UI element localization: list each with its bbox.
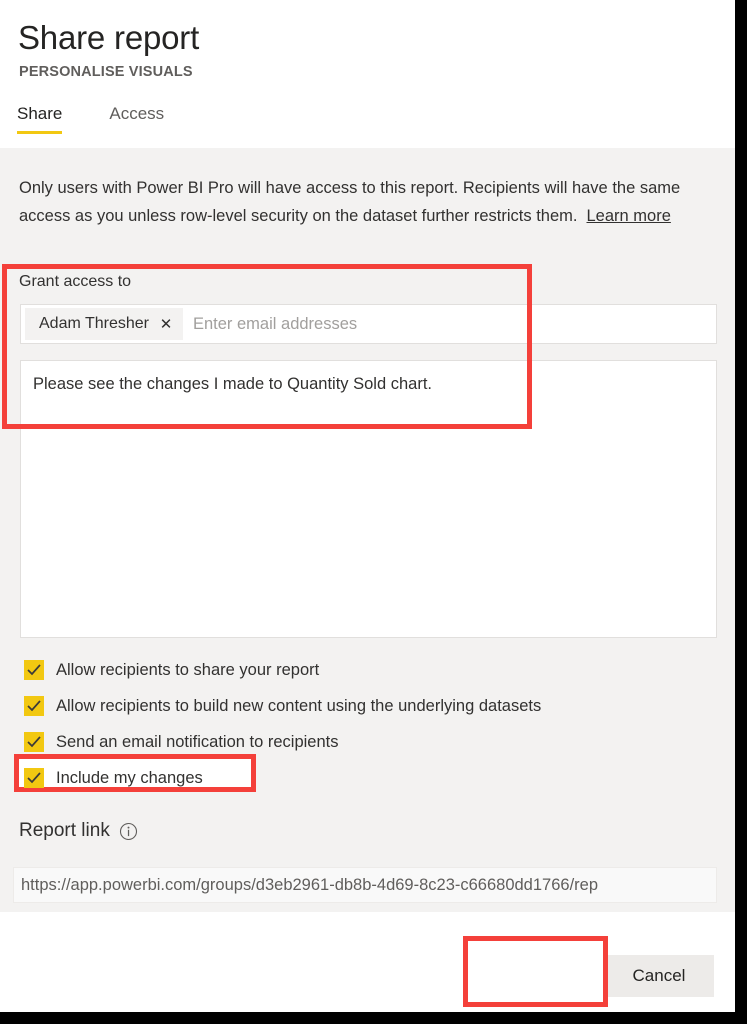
page-title: Share report [18,19,200,56]
dialog-header: Share report PERSONALISE VISUALS Share A… [0,0,735,148]
tab-share-label: Share [17,104,63,123]
tab-access-label: Access [109,104,165,123]
access-description-text: Only users with Power BI Pro will have a… [19,179,681,225]
page-subtitle: PERSONALISE VISUALS [19,64,193,80]
share-report-dialog-screenshot: Share report PERSONALISE VISUALS Share A… [0,0,747,1024]
message-textarea[interactable] [20,360,717,638]
recipients-field[interactable]: Adam Thresher ✕ [20,304,717,344]
window-edge-bottom [0,1012,747,1024]
option-label: Allow recipients to share your report [56,660,320,679]
window-edge-right [735,0,747,1024]
access-description: Only users with Power BI Pro will have a… [19,174,699,230]
report-link-field[interactable]: https://app.powerbi.com/groups/d3eb2961-… [13,867,717,903]
remove-recipient-icon[interactable]: ✕ [149,308,183,340]
tab-access[interactable]: Access [74,104,176,134]
report-link-url: https://app.powerbi.com/groups/d3eb2961-… [21,875,599,894]
tab-bar: Share Access [17,104,176,134]
option-allow-build[interactable]: Allow recipients to build new content us… [24,688,714,724]
checkbox-checked-icon[interactable] [24,732,44,752]
tab-share[interactable]: Share [17,104,74,134]
report-link-label-text: Report link [19,820,110,841]
recipient-chip-label: Adam Thresher [39,315,149,332]
checkbox-checked-icon[interactable] [24,660,44,680]
share-options-list: Allow recipients to share your report Al… [24,652,714,796]
share-button[interactable]: Share [480,955,590,997]
option-include-my-changes[interactable]: Include my changes [24,760,714,796]
recipient-chip[interactable]: Adam Thresher ✕ [25,308,183,340]
dialog-footer: Share Cancel [0,912,735,1012]
option-label: Allow recipients to build new content us… [56,696,542,715]
share-report-panel: Share report PERSONALISE VISUALS Share A… [0,0,735,1012]
info-circle-icon[interactable] [119,822,138,841]
checkbox-checked-icon[interactable] [24,768,44,788]
checkbox-checked-icon[interactable] [24,696,44,716]
cancel-button[interactable]: Cancel [604,955,714,997]
dialog-body: Only users with Power BI Pro will have a… [0,148,735,912]
report-link-label: Report link [19,820,138,842]
learn-more-link[interactable]: Learn more [587,207,671,225]
option-label: Send an email notification to recipients [56,732,339,751]
grant-access-label: Grant access to [19,273,132,290]
option-allow-reshare[interactable]: Allow recipients to share your report [24,652,714,688]
email-input[interactable] [182,306,716,342]
option-label: Include my changes [56,768,203,787]
option-send-email[interactable]: Send an email notification to recipients [24,724,714,760]
